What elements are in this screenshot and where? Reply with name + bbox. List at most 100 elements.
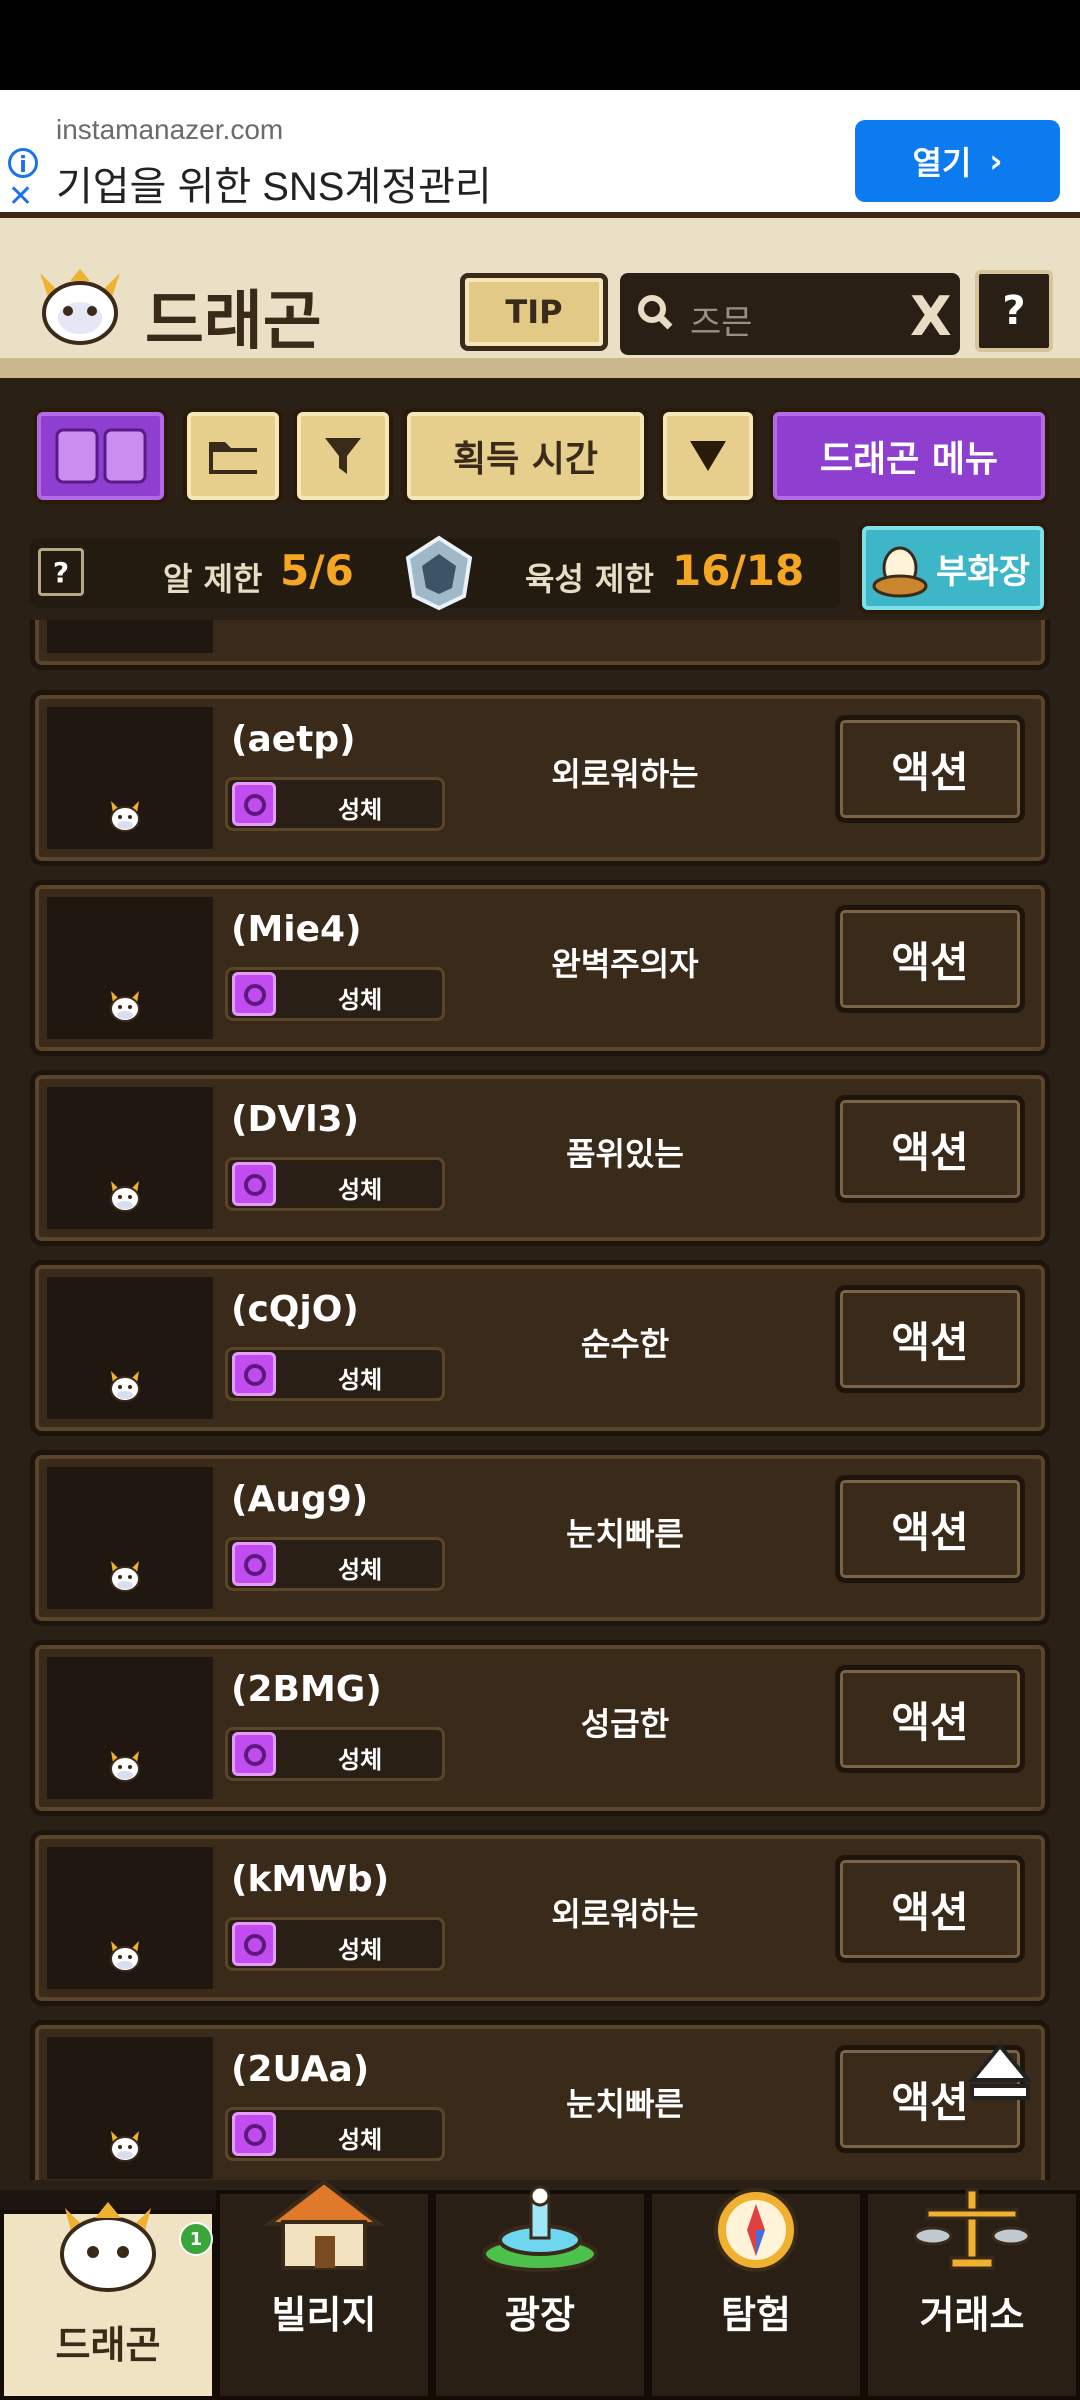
help-button[interactable]: ? — [975, 270, 1053, 352]
dragon-name: (Mie4) — [231, 909, 362, 950]
action-button[interactable]: 액션 — [835, 1665, 1025, 1773]
list-item: (2BMG) 성체 성급한 액션 — [30, 1640, 1050, 1816]
list-item: (Mie4) 성체 완벽주의자 액션 — [30, 880, 1050, 1056]
view-toggle-button[interactable] — [33, 408, 168, 504]
dragon-name: (2UAa) — [231, 2049, 370, 2090]
egg-limit-value: 5/6 — [280, 546, 354, 595]
filter-icon — [325, 438, 361, 474]
dragon-thumbnail — [47, 620, 213, 653]
growth-stage-badge: 성체 — [225, 967, 445, 1021]
personality-label: 외로워하는 — [551, 1895, 699, 1933]
ad-headline[interactable]: 기업을 위한 SNS계정관리 — [56, 154, 492, 212]
dragon-pet-icon — [110, 2131, 140, 2162]
info-icon[interactable]: i — [8, 148, 38, 178]
scroll-top-icon[interactable] — [968, 2040, 1032, 2104]
limits-bar: ? 알 제한 5/6 육성 제한 16/18 — [30, 535, 840, 611]
page-header: 드래곤 TIP 즈믄 X ? — [0, 212, 1080, 378]
list-item: (Aug9) 성체 눈치빠른 액션 — [30, 1450, 1050, 1626]
stage-icon — [232, 1922, 276, 1966]
folder-button[interactable] — [183, 408, 283, 504]
tab-label: 광장 — [505, 2293, 575, 2337]
personality-label: 외로워하는 — [551, 755, 699, 793]
raise-limit-label: 육성 제한 — [525, 560, 654, 598]
page-title: 드래곤 — [145, 285, 322, 359]
dragon-tab-icon — [60, 2202, 156, 2292]
list-item: (aetp) 성체 외로워하는 액션 — [30, 690, 1050, 866]
raise-limit-value: 16/18 — [672, 546, 805, 595]
action-button[interactable]: 액션 — [835, 715, 1025, 823]
action-button[interactable]: 액션 — [835, 1285, 1025, 1393]
dragon-list[interactable]: (aetp) 성체 외로워하는 액션 (Mie4) 성체 완벽주의자 액션 (DVl3) 성체 품위… — [0, 620, 1080, 2180]
stage-icon — [232, 972, 276, 1016]
growth-stage-badge: 성체 — [225, 1347, 445, 1401]
personality-label: 품위있는 — [566, 1135, 684, 1173]
action-button[interactable]: 액션 — [835, 905, 1025, 1013]
filter-button[interactable] — [293, 408, 393, 504]
dragon-pet-icon — [110, 1561, 140, 1592]
action-button[interactable]: 액션 — [835, 1475, 1025, 1583]
dragon-pet-icon — [110, 801, 140, 832]
close-icon[interactable]: ✕ — [8, 182, 33, 212]
tab-label: 거래소 — [919, 2293, 1025, 2337]
search-input[interactable]: 즈믄 X — [620, 273, 960, 355]
tab-label: 빌리지 — [271, 2293, 377, 2337]
dragon-pet-icon — [110, 991, 140, 1022]
list-item: (cQjO) 성체 순수한 액션 — [30, 1260, 1050, 1436]
tab-label: 드래곤 — [55, 2323, 161, 2367]
fountain-icon — [482, 2185, 598, 2272]
chevron-right-icon: › — [989, 142, 1003, 180]
dragon-name: (kMWb) — [231, 1859, 390, 1900]
list-item: (2UAa) 성체 눈치빠른 액션 — [30, 2020, 1050, 2180]
stage-label: 성체 — [338, 796, 383, 824]
growth-stage-badge: 성체 — [225, 1727, 445, 1781]
limits-help-button[interactable]: ? — [38, 548, 84, 596]
tab-exchange[interactable]: 거래소 — [864, 2188, 1080, 2400]
egg-nest-icon — [872, 546, 928, 598]
tab-plaza[interactable]: 광장 — [432, 2185, 648, 2400]
stage-label: 성체 — [338, 1176, 383, 1204]
growth-stage-badge: 성체 — [225, 1917, 445, 1971]
folder-icon — [209, 442, 257, 474]
stage-icon — [232, 1542, 276, 1586]
search-icon — [638, 295, 673, 330]
stage-label: 성체 — [338, 1366, 383, 1394]
stage-label: 성체 — [338, 1936, 383, 1964]
dragon-name: (DVl3) — [231, 1099, 360, 1140]
stage-label: 성체 — [338, 986, 383, 1014]
growth-stage-badge: 성체 — [225, 2107, 445, 2161]
list-item: (DVl3) 성체 품위있는 액션 — [30, 1070, 1050, 1246]
tab-explore[interactable]: 탐험 — [648, 2188, 864, 2400]
tip-button[interactable]: TIP — [460, 273, 608, 351]
dragon-pet-icon — [110, 1941, 140, 1972]
stage-label: 성체 — [338, 1556, 383, 1584]
dragon-name: (2BMG) — [231, 1669, 382, 1710]
personality-label: 완벽주의자 — [551, 945, 699, 983]
action-button[interactable]: 액션 — [835, 1095, 1025, 1203]
scales-icon — [913, 2188, 1031, 2270]
personality-label: 눈치빠른 — [566, 1515, 684, 1553]
stage-label: 성체 — [338, 1746, 383, 1774]
growth-stage-badge: 성체 — [225, 777, 445, 831]
hatchery-button[interactable]: 부화장 — [858, 522, 1048, 614]
sort-direction-button[interactable] — [659, 408, 757, 504]
dragon-menu-button[interactable]: 드래곤 메뉴 — [769, 408, 1049, 504]
personality-label: 성급한 — [580, 1705, 670, 1743]
stage-label: 성체 — [338, 2126, 383, 2154]
dragon-name: (cQjO) — [231, 1289, 359, 1330]
compass-icon — [714, 2188, 798, 2272]
clear-search-button[interactable]: X — [910, 285, 952, 348]
sort-button[interactable]: 획득 시간 — [403, 408, 648, 504]
stage-icon — [232, 2112, 276, 2156]
ad-open-button[interactable]: 열기 › — [855, 120, 1060, 202]
tab-dragon[interactable]: 1 드래곤 — [0, 2202, 216, 2400]
hatchery-label: 부화장 — [936, 551, 1030, 592]
personality-label: 순수한 — [580, 1325, 670, 1363]
notification-badge: 1 — [179, 2222, 213, 2256]
house-icon — [263, 2179, 385, 2270]
search-placeholder: 즈믄 — [690, 303, 753, 343]
ad-banner[interactable]: i ✕ instamanazer.com 기업을 위한 SNS계정관리 열기 › — [0, 90, 1080, 212]
stage-icon — [232, 1352, 276, 1396]
tab-label: 탐험 — [721, 2293, 791, 2337]
tab-village[interactable]: 빌리지 — [216, 2179, 432, 2400]
action-button[interactable]: 액션 — [835, 1855, 1025, 1963]
